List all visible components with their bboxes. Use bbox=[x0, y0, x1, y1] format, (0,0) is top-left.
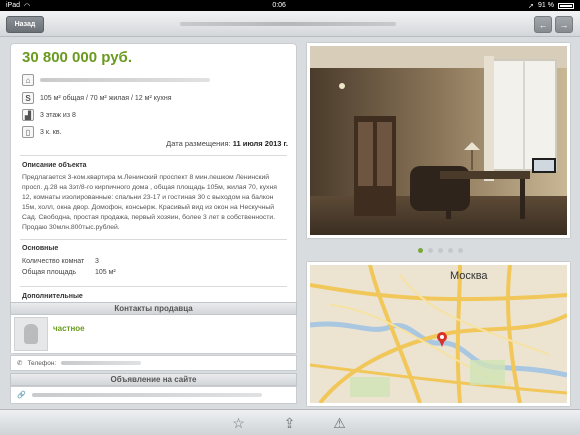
phone-row[interactable]: ✆ Телефон: bbox=[10, 355, 297, 371]
map-illustration bbox=[310, 265, 567, 403]
photo-pagination[interactable] bbox=[418, 248, 463, 253]
divider bbox=[20, 286, 287, 287]
next-listing-button[interactable]: → bbox=[555, 16, 573, 33]
back-button[interactable]: Назад bbox=[6, 16, 44, 33]
divider bbox=[20, 155, 287, 156]
page-title-placeholder bbox=[180, 22, 396, 26]
door-icon: ▯ bbox=[22, 126, 34, 138]
seller-type: частное bbox=[53, 324, 85, 333]
phone-icon: ✆ bbox=[17, 360, 23, 367]
divider bbox=[20, 239, 287, 240]
share-button[interactable]: ⇪ bbox=[281, 415, 298, 432]
basics-title: Основные bbox=[22, 245, 59, 252]
address-row: ⌂ bbox=[22, 74, 210, 86]
page-dot[interactable] bbox=[458, 248, 463, 253]
area-text: 105 м² общая / 70 м² жилая / 12 м² кухня bbox=[40, 94, 172, 102]
phone-label: Телефон: bbox=[27, 359, 57, 367]
map-city-label: Москва bbox=[450, 270, 488, 282]
total-area-value: 105 м² bbox=[95, 269, 116, 276]
report-button[interactable]: ⚠ bbox=[331, 415, 348, 432]
seller-info[interactable]: частное bbox=[10, 315, 297, 353]
description-title: Описание объекта bbox=[22, 162, 87, 169]
battery-percent: 91 % bbox=[538, 2, 554, 9]
floor-row: ▟ 3 этаж из 8 bbox=[22, 109, 76, 121]
posting-date-value: 11 июля 2013 г. bbox=[232, 139, 288, 148]
carrier-label: iPad bbox=[6, 2, 21, 9]
arrow-left-icon: ← bbox=[538, 19, 548, 30]
bottom-toolbar: ☆ ⇪ ⚠ bbox=[0, 409, 580, 435]
posting-date: Дата размещения: 11 июля 2013 г. bbox=[166, 139, 288, 148]
total-area-label: Общая площадь bbox=[22, 269, 77, 276]
description-text: Предлагается 3-ком.квартира м.Ленинский … bbox=[22, 174, 277, 231]
location-map[interactable]: Москва bbox=[307, 262, 570, 406]
previous-listing-button[interactable]: ← bbox=[534, 16, 552, 33]
battery-icon bbox=[558, 2, 574, 9]
share-icon: ⇪ bbox=[283, 415, 296, 431]
address-blurred bbox=[40, 78, 210, 82]
posting-date-label: Дата размещения: bbox=[166, 139, 231, 148]
navigation-bar: Назад ← → bbox=[0, 11, 580, 37]
favorite-button[interactable]: ☆ bbox=[230, 415, 247, 432]
page-dot[interactable] bbox=[428, 248, 433, 253]
listing-photo[interactable] bbox=[307, 43, 570, 238]
total-area-row: Общая площадь 105 м² bbox=[22, 269, 116, 276]
room-photo-illustration bbox=[310, 46, 567, 235]
stairs-icon: ▟ bbox=[22, 109, 34, 121]
rooms-count-label: Количество комнат bbox=[22, 258, 85, 265]
site-listing-header: Объявление на сайте bbox=[10, 373, 297, 386]
area-row: S 105 м² общая / 70 м² жилая / 12 м² кух… bbox=[22, 92, 172, 104]
page-dot[interactable] bbox=[448, 248, 453, 253]
phone-number-blurred bbox=[61, 361, 142, 365]
extra-title: Дополнительные bbox=[22, 293, 83, 300]
listing-price: 30 800 000 руб. bbox=[22, 49, 132, 66]
location-icon: ➚ bbox=[528, 2, 535, 10]
page-dot[interactable] bbox=[438, 248, 443, 253]
house-icon: ⌂ bbox=[22, 74, 34, 86]
rooms-text: 3 к. кв. bbox=[40, 128, 62, 136]
rooms-row: ▯ 3 к. кв. bbox=[22, 126, 62, 138]
status-bar: iPad ◠ 0:06 ➚ 91 % bbox=[0, 0, 580, 11]
rooms-count-value: 3 bbox=[95, 258, 99, 265]
link-icon: 🔗 bbox=[17, 392, 26, 399]
page-dot[interactable] bbox=[418, 248, 423, 253]
site-link-row[interactable]: 🔗 bbox=[10, 386, 297, 404]
clock: 0:06 bbox=[272, 2, 286, 9]
floor-text: 3 этаж из 8 bbox=[40, 111, 76, 119]
seller-contacts-header: Контакты продавца bbox=[10, 302, 297, 315]
wifi-icon: ◠ bbox=[24, 2, 31, 10]
avatar bbox=[14, 317, 48, 351]
star-icon: ☆ bbox=[232, 415, 245, 431]
site-url-blurred bbox=[31, 393, 262, 397]
area-icon: S bbox=[22, 92, 34, 104]
rooms-count-row: Количество комнат 3 bbox=[22, 258, 99, 265]
arrow-right-icon: → bbox=[559, 19, 569, 30]
warning-icon: ⚠ bbox=[333, 415, 346, 431]
